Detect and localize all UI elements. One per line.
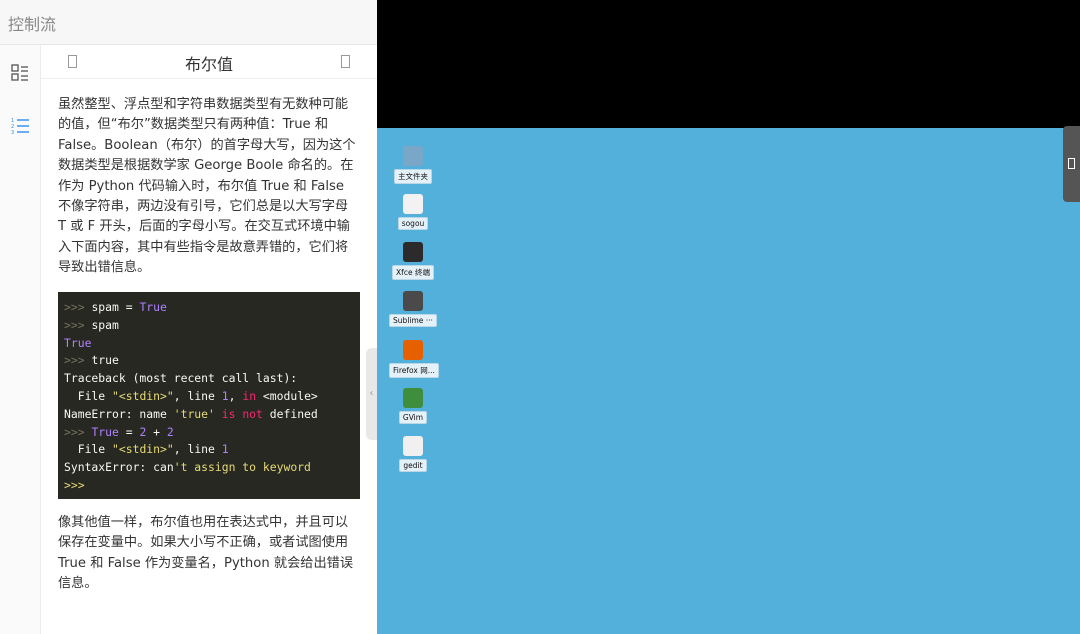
code-line: >>> True = 2 + 2 [64, 423, 174, 441]
code-token: true [91, 353, 119, 368]
panel-header: 控制流 [0, 0, 377, 45]
code-token: >>> [64, 317, 92, 332]
code-token: 1 [221, 389, 229, 403]
desktop-icon-sublime[interactable]: Sublime ··· [389, 291, 437, 331]
code-token: Traceback (most recent call last): [64, 371, 298, 386]
code-token: 2 [166, 424, 174, 439]
next-page-icon[interactable] [341, 55, 350, 68]
desktop-icon-firefox[interactable]: Firefox 网... [389, 340, 439, 382]
code-token: <module> [256, 389, 318, 403]
gedit-icon [403, 436, 423, 456]
code-token: >>> [64, 478, 85, 492]
code-line: File "<stdin>", line 1 [64, 440, 229, 458]
desktop-icon-label: 主文件夹 [394, 169, 432, 184]
home-folder-icon [403, 146, 423, 166]
outline-icon[interactable] [10, 63, 30, 83]
code-token: File [64, 442, 113, 457]
code-token: >>> [64, 353, 92, 368]
code-token: = [118, 424, 140, 439]
desktop-icon-label: GVim [398, 411, 428, 424]
desktop-icon-label: Xfce 终端 [392, 265, 434, 280]
sublime-icon [403, 291, 423, 311]
code-token: "<stdin>" [112, 389, 174, 403]
code-token: >>> [64, 300, 92, 314]
square-icon [1068, 158, 1075, 169]
gvim-icon [403, 388, 423, 408]
code-token: >>> [64, 424, 92, 439]
tutorial-panel: 控制流 1 2 3 布尔值 虽然整型、浮点型和字符串数据类型有无数种可能的值，但… [0, 0, 377, 634]
collapse-panel-handle[interactable]: ‹ [366, 348, 377, 440]
code-token: SyntaxError: can [64, 460, 174, 475]
svg-text:3: 3 [11, 130, 14, 136]
code-token: True [139, 300, 167, 314]
numbered-list-icon[interactable]: 1 2 3 [10, 116, 30, 136]
code-token: True [91, 424, 119, 439]
code-token: spam = [91, 300, 140, 314]
code-token: , line [173, 389, 222, 403]
desktop-icon-label: gedit [399, 459, 427, 472]
code-line: SyntaxError: can't assign to keyword [64, 458, 311, 476]
code-token: not [242, 406, 263, 421]
code-token: , [228, 389, 243, 403]
article-content: 布尔值 虽然整型、浮点型和字符串数据类型有无数种可能的值，但“布尔”数据类型只有… [41, 45, 377, 634]
code-token: is [221, 406, 236, 421]
desktop-icon-label: Sublime ··· [389, 314, 437, 327]
chapter-title: 控制流 [8, 15, 57, 34]
left-toolbar: 1 2 3 [0, 45, 41, 634]
desktop-icon-sogou[interactable]: sogou [389, 194, 437, 234]
code-token: 1 [221, 442, 229, 457]
code-token: "<stdin>" [112, 442, 174, 457]
code-token: + [146, 424, 167, 439]
code-line: NameError: name 'true' is not defined [64, 405, 318, 423]
sogou-icon [403, 194, 423, 214]
side-panel-toggle[interactable] [1063, 126, 1080, 202]
code-token: True [64, 335, 92, 350]
code-line: >>> [64, 476, 85, 494]
black-top-region [377, 0, 1080, 128]
desktop-icon-gedit[interactable]: gedit [389, 436, 437, 476]
desktop-icon-label: Firefox 网... [389, 363, 439, 378]
terminal-icon [403, 242, 423, 262]
code-line: Traceback (most recent call last): [64, 369, 297, 387]
desktop-icon-gvim[interactable]: GVim [389, 388, 437, 428]
code-token: 'true' [173, 406, 215, 421]
code-line: File "<stdin>", line 1, in <module> [64, 387, 318, 405]
desktop-icon-label: sogou [397, 217, 429, 230]
code-line: >>> spam [64, 316, 119, 334]
code-token: NameError: name [64, 406, 174, 421]
code-line: True [64, 334, 91, 352]
code-line: >>> true [64, 351, 119, 369]
paragraph-followup: 像其他值一样，布尔值也用在表达式中，并且可以保存在变量中。如果大小写不正确，或者… [58, 515, 354, 592]
firefox-icon [403, 340, 423, 360]
section-title: 布尔值 [184, 55, 233, 74]
section-header: 布尔值 [41, 45, 377, 79]
code-token: File [64, 389, 113, 403]
code-block: >>> spam = True >>> spam True >>> true Trace… [58, 292, 360, 499]
code-token: defined [262, 406, 318, 421]
code-token: in [242, 389, 257, 403]
code-token: 't assign to keyword [173, 460, 311, 475]
paragraph-intro: 虽然整型、浮点型和字符串数据类型有无数种可能的值，但“布尔”数据类型只有两种值：… [58, 97, 356, 276]
desktop-icon-terminal[interactable]: Xfce 终端 [389, 242, 437, 284]
code-line: >>> spam = True [64, 298, 167, 316]
code-token: , line [173, 442, 222, 457]
desktop-area: 主文件夹 sogou Xfce 终端 Sublime ··· Firefox 网... G… [377, 0, 1080, 634]
desktop-icon-home-folder[interactable]: 主文件夹 [389, 146, 437, 188]
code-token: spam [91, 317, 119, 332]
